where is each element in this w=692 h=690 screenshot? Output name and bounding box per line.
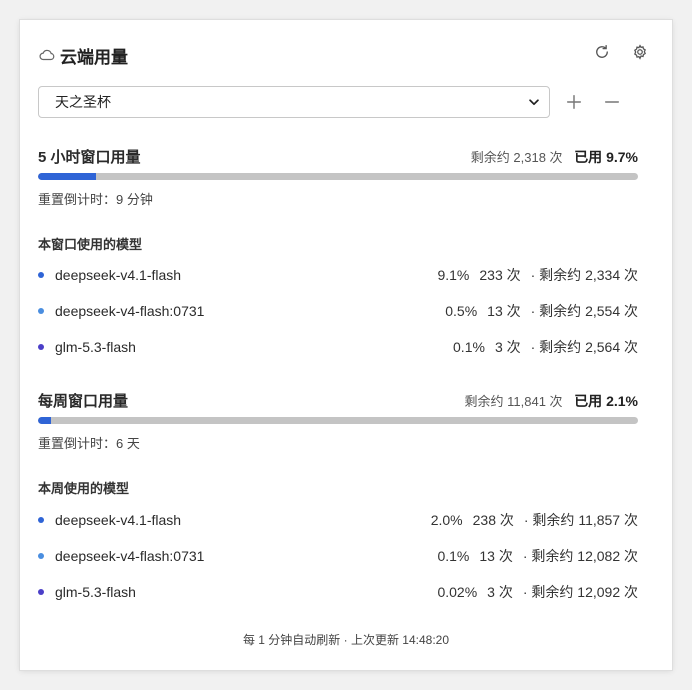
model-name: deepseek-v4-flash:0731	[55, 303, 205, 319]
model-name: glm-5.3-flash	[55, 584, 136, 600]
weekly-remaining: 剩余约 11,841 次	[464, 394, 563, 409]
model-call-count: 13 次	[479, 548, 513, 564]
weekly-models-title: 本周使用的模型	[38, 481, 130, 496]
weekly-used: 已用 2.1%	[574, 393, 638, 409]
model-remaining: · 剩余约 2,554 次	[530, 303, 638, 319]
five-hour-header: 5 小时窗口用量 剩余约 2,318 次 已用 9.7%	[38, 146, 638, 167]
bullet-dot-icon	[38, 517, 44, 523]
account-select-row: 天之圣杯	[38, 85, 638, 119]
cloud-icon	[39, 49, 55, 61]
weekly-header: 每周窗口用量 剩余约 11,841 次 已用 2.1%	[38, 390, 638, 411]
account-select[interactable]: 天之圣杯	[38, 86, 550, 118]
weekly-model-row: deepseek-v4-flash:0731 0.1% 13 次 · 剩余约 12,0…	[38, 546, 638, 566]
model-call-count: 238 次	[472, 512, 514, 528]
panel-header: 云端用量	[38, 42, 638, 68]
model-remaining: · 剩余约 12,092 次	[522, 584, 638, 600]
model-remaining: · 剩余约 2,334 次	[530, 267, 638, 283]
page-title: 云端用量	[60, 47, 128, 67]
model-usage-percent: 0.1%	[453, 339, 485, 355]
five-hour-summary: 剩余约 2,318 次 已用 9.7%	[471, 147, 638, 167]
five-hour-reset: 重置倒计时：9 分钟	[38, 192, 153, 207]
model-name: glm-5.3-flash	[55, 339, 136, 355]
five_hour-model-row: deepseek-v4-flash:0731 0.5% 13 次 · 剩余约 2,55…	[38, 301, 638, 321]
five-hour-models-title: 本窗口使用的模型	[38, 237, 143, 252]
five_hour-model-row: glm-5.3-flash 0.1% 3 次 · 剩余约 2,564 次	[38, 337, 638, 357]
remove-account-button[interactable]	[598, 88, 626, 116]
five-hour-used: 已用 9.7%	[574, 149, 638, 165]
model-call-count: 13 次	[487, 303, 521, 319]
model-remaining: · 剩余约 11,857 次	[523, 512, 638, 528]
model-usage-percent: 0.5%	[445, 303, 478, 319]
usage-panel: 云端用量 天之圣杯 5 小时窗口用量 剩余约 2,318 次 已用 9.7% 重…	[20, 20, 672, 670]
weekly-summary: 剩余约 11,841 次 已用 2.1%	[465, 391, 638, 411]
weekly-reset: 重置倒计时：6 天	[38, 436, 140, 451]
five-hour-progress-fill	[38, 173, 97, 180]
model-call-count: 3 次	[494, 339, 521, 355]
bullet-dot-icon	[38, 308, 44, 314]
model-name: deepseek-v4-flash:0731	[55, 548, 205, 564]
model-usage-percent: 0.02%	[437, 584, 478, 600]
refresh-button[interactable]	[590, 40, 614, 64]
refresh-icon	[596, 44, 608, 58]
five-hour-progress-bar	[38, 173, 638, 180]
model-usage-percent: 2.0%	[430, 512, 463, 528]
model-call-count: 3 次	[487, 584, 513, 600]
bullet-dot-icon	[38, 344, 44, 350]
weekly-progress-fill	[38, 417, 51, 424]
plus-icon	[566, 94, 582, 110]
gear-icon	[634, 44, 646, 60]
weekly-model-row: glm-5.3-flash 0.02% 3 次 · 剩余约 12,092 次	[38, 582, 638, 602]
bullet-dot-icon	[38, 553, 44, 559]
weekly-model-row: deepseek-v4.1-flash 2.0% 238 次 · 剩余约 11,857…	[38, 510, 638, 530]
five-hour-title: 5 小时窗口用量	[38, 149, 141, 166]
model-remaining: · 剩余约 2,564 次	[530, 339, 638, 355]
minus-icon	[604, 101, 620, 103]
bullet-dot-icon	[38, 272, 44, 278]
five_hour-model-row: deepseek-v4.1-flash 9.1% 233 次 · 剩余约 2,334 …	[38, 265, 638, 285]
account-select-value: 天之圣杯	[55, 94, 111, 110]
five-hour-remaining: 剩余约 2,318 次	[470, 150, 563, 165]
refresh-status: 每 1 分钟自动刷新 · 上次更新 14:48:20	[242, 633, 450, 647]
model-usage-percent: 9.1%	[437, 267, 470, 283]
model-usage-percent: 0.1%	[437, 548, 470, 564]
model-remaining: · 剩余约 12,082 次	[522, 548, 638, 564]
add-account-button[interactable]	[560, 88, 588, 116]
bullet-dot-icon	[38, 589, 44, 595]
chevron-down-icon	[529, 99, 539, 106]
settings-button[interactable]	[628, 40, 652, 64]
model-name: deepseek-v4.1-flash	[55, 512, 182, 528]
weekly-progress-bar	[38, 417, 638, 424]
header-actions	[590, 40, 652, 64]
model-name: deepseek-v4.1-flash	[55, 267, 182, 283]
model-call-count: 233 次	[479, 267, 521, 283]
weekly-title: 每周窗口用量	[38, 393, 129, 410]
